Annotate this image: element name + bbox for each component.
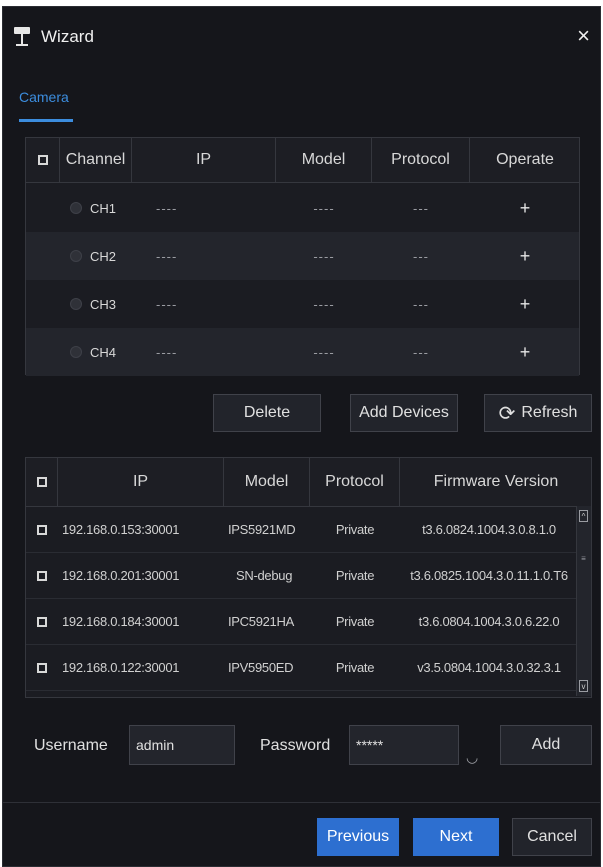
device-checkbox[interactable] [37,645,47,690]
device-list-scrollbar[interactable]: ^ ≡ v [576,506,591,696]
show-password-icon[interactable]: ◡ [466,749,478,766]
header-firmware-version: Firmware Version [433,473,559,490]
header-model: Model [276,138,372,182]
device-firmware: t3.6.0804.1004.3.0.6.22.0 [418,614,560,629]
channel-status-icon [70,202,82,214]
channel-name: CH2 [90,248,117,264]
channel-protocol: --- [413,248,429,264]
device-firmware: t3.6.0825.1004.3.0.11.1.0.T6 [410,568,568,583]
scroll-down-icon[interactable]: v [579,680,588,692]
channel-row[interactable]: CH1 ---- ---- --- + [26,184,579,232]
scroll-thumb-icon[interactable]: ≡ [579,552,588,564]
footer-divider [3,802,600,803]
camera-icon [14,27,30,46]
device-list: IP Model Protocol Firmware Version 192.1… [25,457,592,698]
wizard-window: Wizard × Camera Channel IP Model Protoco… [2,6,601,867]
channel-ip: ---- [156,200,178,216]
channel-status-icon [70,298,82,310]
device-list-header: IP Model Protocol Firmware Version [26,458,591,507]
window-title: Wizard [41,27,94,46]
header-protocol: Protocol [372,138,470,182]
channel-name: CH3 [90,296,117,312]
device-model: IPC5921HA [228,614,294,629]
channel-model: ---- [313,296,335,312]
tab-camera[interactable]: Camera [19,89,69,105]
title-bar: Wizard × [3,7,600,69]
channel-name: CH4 [90,344,117,360]
select-all-devices-checkbox[interactable] [26,458,58,506]
select-all-checkbox[interactable] [26,138,60,182]
device-checkbox[interactable] [37,599,47,644]
channel-row[interactable]: CH3 ---- ---- --- + [26,280,579,328]
add-channel-icon[interactable]: + [470,232,580,280]
device-row[interactable]: 192.168.0.153:30001 IPS5921MD Private t3… [26,507,578,553]
channel-ip: ---- [156,344,178,360]
device-ip: 192.168.0.153:30001 [62,522,180,537]
device-protocol: Private [335,660,375,675]
device-protocol: Private [335,568,375,583]
add-channel-icon[interactable]: + [470,328,580,376]
device-protocol: Private [335,614,375,629]
refresh-label: Refresh [521,404,578,421]
device-model: IPS5921MD [228,522,296,537]
device-ip: 192.168.0.122:30001 [62,660,180,675]
channel-model: ---- [313,200,335,216]
header-device-ip: IP [58,458,224,506]
channel-protocol: --- [413,296,429,312]
password-label: Password [260,737,331,754]
channel-status-icon [70,346,82,358]
device-row[interactable]: 192.168.0.201:30001 SN-debug Private t3.… [26,553,578,599]
refresh-icon: ⟳ [498,402,516,425]
device-protocol: Private [335,522,375,537]
device-checkbox[interactable] [37,553,47,598]
username-label: Username [34,737,108,754]
device-firmware: t3.6.0824.1004.3.0.8.1.0 [422,522,556,537]
device-firmware: v3.5.0804.1004.3.0.32.3.1 [417,660,561,675]
add-button[interactable]: Add [500,725,592,765]
next-button[interactable]: Next [413,818,499,856]
add-devices-button[interactable]: Add Devices [350,394,458,432]
refresh-button[interactable]: ⟳ Refresh [484,394,592,432]
channel-protocol: --- [413,200,429,216]
channel-name: CH1 [90,200,117,216]
channel-ip: ---- [156,248,178,264]
header-device-protocol: Protocol [310,458,400,506]
channel-ip: ---- [156,296,178,312]
header-ip: IP [132,138,276,182]
password-field[interactable]: ***** [349,725,459,765]
channel-protocol: --- [413,344,429,360]
close-icon[interactable]: × [577,25,590,47]
header-operate: Operate [496,151,554,168]
device-ip: 192.168.0.201:30001 [62,568,180,583]
scroll-up-icon[interactable]: ^ [579,510,588,522]
channel-status-icon [70,250,82,262]
tab-active-indicator [19,119,73,122]
channel-table-header: Channel IP Model Protocol Operate [26,138,579,183]
device-ip: 192.168.0.184:30001 [62,614,180,629]
device-model: IPV5950ED [228,660,294,675]
device-row[interactable]: 192.168.0.122:30001 IPV5950ED Private v3… [26,645,578,691]
device-checkbox[interactable] [37,507,47,552]
username-field[interactable]: admin [129,725,235,765]
channel-table: Channel IP Model Protocol Operate CH1 --… [25,137,580,376]
channel-row[interactable]: CH4 ---- ---- --- + [26,328,579,376]
channel-row[interactable]: CH2 ---- ---- --- + [26,232,579,280]
header-channel: Channel [60,138,132,182]
device-row[interactable]: 192.168.0.184:30001 IPC5921HA Private t3… [26,599,578,645]
cancel-button[interactable]: Cancel [512,818,592,856]
header-device-model: Model [224,458,310,506]
delete-button[interactable]: Delete [213,394,321,432]
add-channel-icon[interactable]: + [470,184,580,232]
add-channel-icon[interactable]: + [470,280,580,328]
device-model: SN-debug [236,568,293,583]
previous-button[interactable]: Previous [317,818,399,856]
channel-model: ---- [313,248,335,264]
channel-model: ---- [313,344,335,360]
